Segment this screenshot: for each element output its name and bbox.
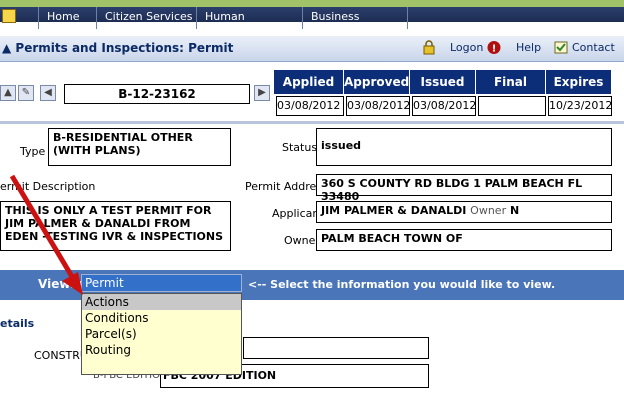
top-nav: Home Citizen Services Human Resources Bu… xyxy=(0,0,624,43)
applicant-owner-value: N xyxy=(509,204,520,217)
permit-description-value: THIS IS ONLY A TEST PERMIT FOR JIM PALME… xyxy=(0,201,231,251)
svg-text:!: ! xyxy=(492,44,497,55)
next-record-button[interactable]: ▶ xyxy=(254,85,270,101)
nav-tab-business-services[interactable]: Business Services xyxy=(302,7,408,43)
date-header-applied: Applied xyxy=(274,70,344,94)
previous-record-button[interactable]: ◀ xyxy=(40,85,56,101)
home-icon[interactable] xyxy=(2,9,16,23)
date-final xyxy=(478,96,546,116)
page-title-bar: ▲ Permits and Inspections: Permit Logon … xyxy=(0,36,624,62)
lock-icon xyxy=(423,40,435,55)
owner-value: PALM BEACH TOWN OF xyxy=(316,229,612,251)
view-select[interactable]: Permit xyxy=(81,274,242,292)
date-applied: 03/08/2012 xyxy=(276,96,344,116)
option-actions[interactable]: Actions xyxy=(82,294,241,310)
date-header-approved: Approved xyxy=(344,70,410,94)
logon-link[interactable]: Logon xyxy=(450,41,483,54)
date-expires: 10/23/2012 xyxy=(548,96,612,116)
page-title-text: Permits and Inspections: Permit xyxy=(15,41,234,55)
details-section-title: etails xyxy=(0,317,35,330)
viewing-hint: <-- Select the information you would lik… xyxy=(248,278,556,291)
type-value: B-RESIDENTIAL OTHER (WITH PLANS) xyxy=(48,128,231,166)
construction-field xyxy=(243,337,429,359)
option-conditions[interactable]: Conditions xyxy=(82,310,241,326)
page-title: ▲ Permits and Inspections: Permit xyxy=(2,41,233,55)
date-issued: 03/08/2012 xyxy=(412,96,476,116)
help-icon: ! xyxy=(487,41,501,55)
date-header-final: Final xyxy=(476,70,546,94)
option-routing[interactable]: Routing xyxy=(82,342,241,358)
type-label: Type xyxy=(20,145,46,158)
status-value: issued xyxy=(316,128,612,166)
nav-tab-home[interactable]: Home xyxy=(38,7,94,29)
view-select-options: Actions Conditions Parcel(s) Routing xyxy=(81,293,242,375)
applicant-owner-label: Owner xyxy=(470,204,507,217)
option-parcels[interactable]: Parcel(s) xyxy=(82,326,241,342)
date-header-expires: Expires xyxy=(546,70,612,94)
section-divider xyxy=(0,121,624,124)
permit-description-label: ermit Description xyxy=(0,180,96,193)
contact-icon xyxy=(554,41,568,54)
date-header-issued: Issued xyxy=(410,70,476,94)
permit-address-value: 360 S COUNTY RD BLDG 1 PALM BEACH FL 334… xyxy=(316,174,612,203)
banner-strip xyxy=(0,0,624,7)
status-label: Status xyxy=(282,141,318,154)
date-approved: 03/08/2012 xyxy=(346,96,410,116)
contact-link[interactable]: Contact xyxy=(572,41,615,54)
print-icon[interactable]: ▲ xyxy=(0,85,16,101)
applicant-field: JIM PALMER & DANALDI Owner N xyxy=(316,201,612,223)
nav-tab-citizen-services[interactable]: Citizen Services xyxy=(96,7,194,29)
nav-tab-human-resources[interactable]: Human Resources xyxy=(196,7,300,43)
permit-number: B-12-23162 xyxy=(64,84,250,104)
edit-icon[interactable]: ✎ xyxy=(18,85,34,101)
help-link[interactable]: Help xyxy=(516,41,541,54)
owner-label: Owner xyxy=(284,234,320,247)
collapse-arrow-icon[interactable]: ▲ xyxy=(2,41,11,55)
applicant-value: JIM PALMER & DANALDI xyxy=(321,204,467,217)
